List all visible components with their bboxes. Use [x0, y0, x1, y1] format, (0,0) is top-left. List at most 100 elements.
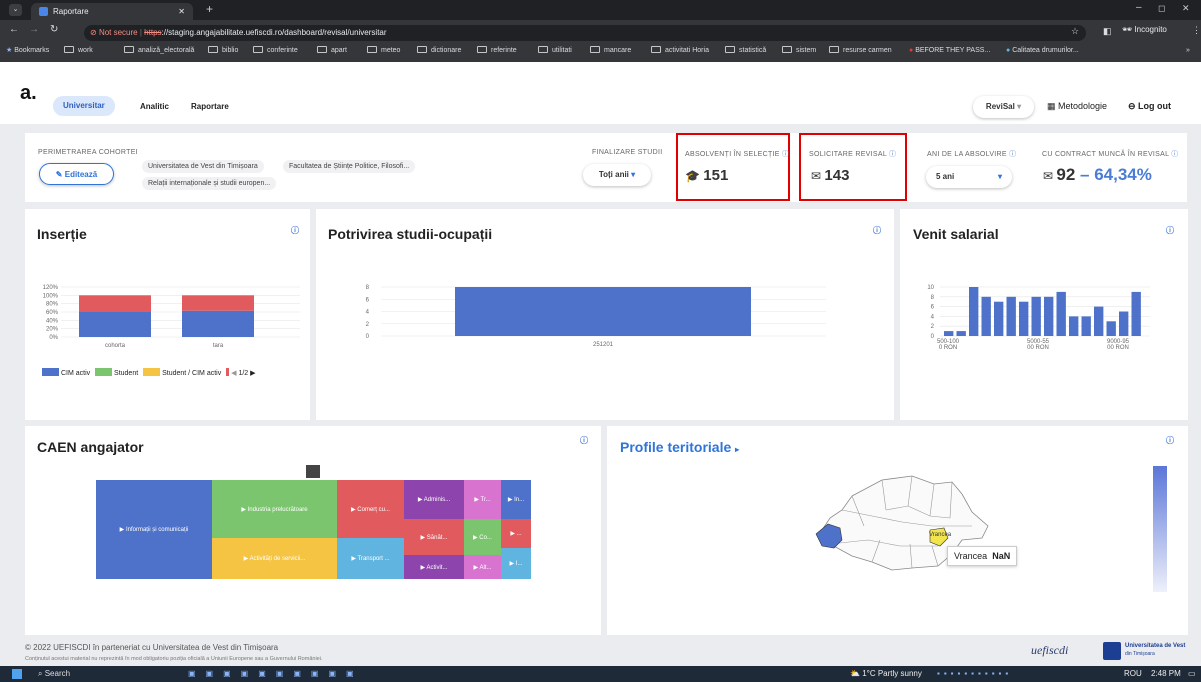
folder-icon: [367, 46, 377, 53]
close-window-icon[interactable]: ✕: [1182, 3, 1190, 14]
legend-item[interactable]: Student: [114, 370, 138, 377]
sidepanel-icon[interactable]: ◧: [1103, 26, 1112, 37]
restore-icon[interactable]: ◻: [1158, 3, 1165, 14]
bookmark-item[interactable]: meteo: [367, 41, 400, 61]
treemap-back-icon[interactable]: [306, 465, 320, 478]
revisal-dropdown[interactable]: ReviSal ▾: [973, 96, 1034, 118]
bookmark-item[interactable]: mancare: [590, 41, 631, 61]
forward-icon[interactable]: →: [29, 24, 39, 35]
info-icon[interactable]: ⓘ: [873, 225, 881, 236]
tab-search-icon[interactable]: ⌄: [9, 4, 22, 16]
folder-icon: [829, 46, 839, 53]
nav-universitar[interactable]: Universitar: [53, 96, 115, 116]
y-tick-label: 0%: [49, 335, 58, 341]
info-icon[interactable]: ⓘ: [1009, 151, 1016, 158]
bookmark-item[interactable]: utilitati: [538, 41, 572, 61]
bookmark-item[interactable]: statistică: [725, 41, 766, 61]
info-icon[interactable]: ⓘ: [580, 435, 588, 446]
bookmark-item[interactable]: ● Calitatea drumurilor...: [1006, 41, 1079, 61]
info-icon[interactable]: ⓘ: [1166, 435, 1174, 446]
legend-item[interactable]: CIM activ: [61, 370, 90, 377]
edit-cohort-button[interactable]: ✎ Editează: [39, 163, 114, 185]
bookmarks-menu[interactable]: ★ Bookmarks: [6, 41, 49, 61]
info-icon[interactable]: ⓘ: [782, 151, 789, 158]
metodologie-link[interactable]: ▦ Metodologie: [1047, 101, 1107, 112]
treemap-tile[interactable]: ▶ ...: [501, 519, 531, 548]
minimize-icon[interactable]: –: [1136, 2, 1142, 13]
bookmarks-overflow-icon[interactable]: »: [1186, 41, 1190, 61]
legend-item[interactable]: Student / CIM activ: [162, 370, 221, 377]
treemap-tile[interactable]: ▶ Industria prelucrătoare: [212, 480, 337, 538]
bookmark-star-icon[interactable]: ☆: [1071, 26, 1079, 37]
bookmark-item[interactable]: biblio: [208, 41, 238, 61]
nav-analitic[interactable]: Analitic: [140, 102, 169, 111]
treemap-tile[interactable]: ▶ Activit...: [404, 555, 464, 579]
windows-start-icon[interactable]: [12, 669, 22, 679]
app-logo[interactable]: a.: [20, 82, 37, 105]
tray-clock[interactable]: 2:48 PM: [1151, 666, 1181, 682]
bookmark-item[interactable]: activitati Horia: [651, 41, 709, 61]
y-tick-label: 4: [931, 314, 935, 320]
chevron-down-icon: ▾: [1017, 102, 1022, 111]
legend-next-icon[interactable]: ▶: [250, 370, 255, 377]
close-tab-icon[interactable]: ✕: [178, 3, 185, 20]
browser-tab[interactable]: Raportare ✕: [31, 3, 193, 20]
menu-icon[interactable]: ⋮: [1192, 25, 1201, 36]
bar: [1069, 316, 1079, 336]
treemap-tile[interactable]: ▶ I...: [501, 548, 531, 579]
incognito-badge[interactable]: 🕶 Incognito: [1122, 25, 1167, 34]
info-icon[interactable]: ⓘ: [1166, 225, 1174, 236]
cohort-tag: Universitatea de Vest din Timișoara: [142, 160, 264, 173]
treemap-tile[interactable]: ▶ Tr...: [464, 480, 501, 519]
logout-link[interactable]: ⊖ Log out: [1128, 101, 1171, 112]
bookmark-item[interactable]: dictionare: [417, 41, 461, 61]
notifications-icon[interactable]: ▭: [1188, 666, 1196, 682]
map-tooltip: Vrancea NaN: [947, 546, 1018, 566]
bar: [956, 331, 966, 336]
address-bar[interactable]: ⊘ Not secure | https://staging.angajabil…: [84, 25, 1086, 41]
new-tab-icon[interactable]: +: [206, 2, 213, 16]
x-tick-label: 00 RON: [1027, 345, 1049, 351]
bar-segment: [182, 310, 254, 337]
treemap-tile[interactable]: ▶ Sănăt...: [404, 519, 464, 555]
treemap-tile[interactable]: ▶ Comerț cu...: [337, 480, 404, 538]
venit-chart: 1086420500-1000 RON5000-5500 RON9000-950…: [927, 285, 1150, 351]
graduate-cap-icon: 🎓: [685, 169, 704, 183]
bookmark-label: conferinte: [267, 47, 298, 54]
treemap-tile[interactable]: ▶ Transport ...: [337, 538, 404, 579]
nav-raportare[interactable]: Raportare: [191, 102, 229, 111]
treemap-tile[interactable]: ▶ In...: [501, 480, 531, 519]
info-icon[interactable]: ⓘ: [291, 225, 299, 236]
back-icon[interactable]: ←: [9, 24, 19, 35]
incognito-label: Incognito: [1134, 25, 1167, 34]
bookmark-item[interactable]: analiză_electorală: [124, 41, 194, 61]
treemap-tile[interactable]: ▶ Co...: [464, 519, 501, 555]
bookmark-label: BEFORE THEY PASS...: [915, 47, 991, 54]
info-icon[interactable]: ⓘ: [1171, 151, 1178, 158]
ani-select[interactable]: 5 ani ▾: [926, 166, 1012, 188]
bookmark-item[interactable]: work: [64, 41, 93, 61]
insertie-legend: CIM activ Student Student / CIM activ ◀ …: [42, 368, 256, 377]
folder-icon: [538, 46, 548, 53]
tray-language[interactable]: ROU: [1124, 666, 1142, 682]
bookmark-item[interactable]: sistem: [782, 41, 816, 61]
bookmark-item[interactable]: conferinte: [253, 41, 298, 61]
bookmark-label: meteo: [381, 47, 401, 54]
treemap-tile[interactable]: ▶ Adminis...: [404, 480, 464, 519]
legend-prev-icon[interactable]: ◀: [231, 370, 236, 377]
taskbar-search[interactable]: ⌕ Search: [38, 666, 158, 682]
romania-map[interactable]: Vrancea: [812, 466, 992, 586]
treemap-tile[interactable]: ▶ Activități de servicii...: [212, 538, 337, 579]
treemap-tile[interactable]: ▶ Informații și comunicații: [96, 480, 212, 579]
bookmark-item[interactable]: apart: [317, 41, 347, 61]
finalizare-select[interactable]: Toți anii ▾: [583, 164, 651, 186]
weather-widget[interactable]: ⛅ 1°C Partly sunny: [850, 666, 922, 682]
treemap-tile[interactable]: ▶ Alt...: [464, 555, 501, 579]
profile-title-link[interactable]: Profile teritoriale ▸: [620, 439, 739, 455]
edit-label: Editează: [64, 170, 98, 179]
bookmark-item[interactable]: resurse carmen: [829, 41, 892, 61]
reload-icon[interactable]: ↻: [50, 24, 58, 35]
bookmark-item[interactable]: ● BEFORE THEY PASS...: [909, 41, 990, 61]
bookmark-item[interactable]: referinte: [477, 41, 517, 61]
info-icon[interactable]: ⓘ: [889, 151, 896, 158]
